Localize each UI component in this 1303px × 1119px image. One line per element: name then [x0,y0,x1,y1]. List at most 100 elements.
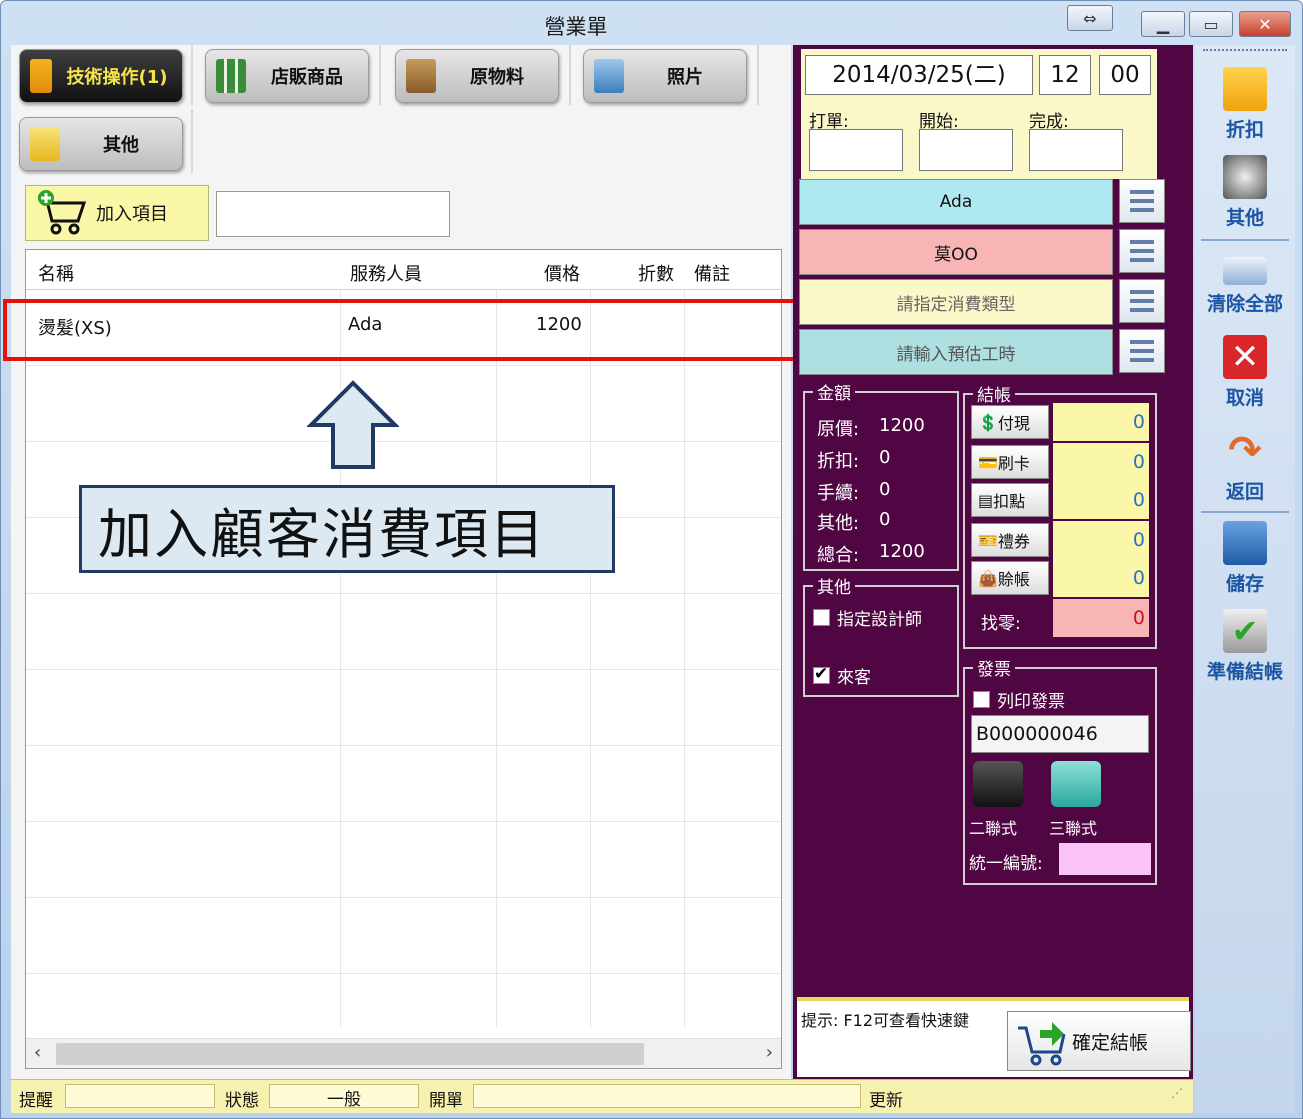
discount-button[interactable]: 折扣 [1195,67,1295,142]
arrow-up-icon [307,380,399,469]
voucher-amount[interactable]: 0 [1053,521,1149,559]
cart-arrow-icon [1018,1022,1066,1066]
raw-materials-icon [406,59,436,93]
app-window: 營業單 ⇔ ▁ ▭ ✕ 技術操作(1) 店販商品 原物料 照片 其他 加入項目 … [0,0,1303,1119]
maximize-button[interactable]: ▭ [1189,11,1233,37]
points-label: 扣點 [993,492,1026,511]
highlight-box [3,299,797,361]
voucher-button[interactable]: 🎫 禮券 [971,523,1049,557]
prepare-checkout-button[interactable]: ✔ 準備結帳 [1195,609,1295,684]
print-invoice-checkbox[interactable] [973,691,990,708]
category-tech-operation[interactable]: 技術操作(1) [19,49,183,103]
tax-id-input[interactable] [1059,843,1151,875]
category-photos[interactable]: 照片 [583,49,747,103]
assign-designer-checkbox[interactable] [813,609,830,626]
hour-field[interactable]: 12 [1039,55,1091,95]
estimated-hours-list-button[interactable] [1119,329,1165,373]
customer-selector[interactable]: 莫OO [799,229,1113,275]
cash-icon: 💲 [978,412,998,432]
category-label: 其他 [103,135,139,156]
column-header-note[interactable]: 備註 [694,260,730,286]
save-button[interactable]: 儲存 [1195,521,1295,596]
total-label: 總合: [817,545,860,566]
empty-row [26,822,781,898]
confirm-checkout-button[interactable]: 確定結帳 [1007,1011,1191,1071]
cash-button[interactable]: 💲 付現 [971,405,1049,439]
two-part-printer-icon[interactable] [973,761,1023,807]
consume-type-list-button[interactable] [1119,279,1165,323]
stylist-selector[interactable]: Ada [799,179,1113,225]
minimize-button[interactable]: ▁ [1141,11,1185,37]
cart-add-icon [38,190,87,235]
scroll-right-icon[interactable]: › [766,1042,773,1063]
checklist-icon: ✔ [1223,609,1267,653]
resize-grip-icon[interactable]: ⋰ [1171,1086,1183,1100]
done-time-input[interactable] [1029,129,1123,171]
discount-value: 0 [879,447,891,468]
item-search-input[interactable] [216,191,450,237]
estimated-hours-input[interactable]: 請輸入預估工時 [799,329,1113,375]
start-time-input[interactable] [919,129,1013,171]
remind-label: 提醒 [19,1091,53,1111]
consume-type-selector[interactable]: 請指定消費類型 [799,279,1113,325]
status-label: 狀態 [225,1091,259,1111]
return-arrow-icon: ↷ [1228,428,1262,474]
prepare-checkout-label: 準備結帳 [1206,661,1283,683]
invoice-group: 發票 列印發票 B000000046 二聯式 三聯式 統一編號: [963,655,1157,885]
swap-icon[interactable]: ⇔ [1067,5,1113,31]
column-header-discount[interactable]: 折數 [638,260,674,286]
fee-label: 手續: [817,483,860,504]
column-header-name[interactable]: 名稱 [38,260,74,286]
points-button[interactable]: ▤ 扣點 [971,483,1049,517]
floppy-disk-icon [1223,521,1267,565]
confirm-checkout-label: 確定結帳 [1072,1031,1149,1054]
add-item-button[interactable]: 加入項目 [25,185,209,241]
credit-amount[interactable]: 0 [1053,559,1149,597]
clear-all-label: 清除全部 [1206,293,1283,315]
card-button[interactable]: 💳 刷卡 [971,445,1049,479]
points-amount[interactable]: 0 [1053,481,1149,519]
scrollbar-thumb[interactable] [56,1043,644,1065]
item-grid: 名稱 服務人員 價格 折數 備註 燙髮(XS) Ada 1200 ‹ › [25,249,782,1069]
grid-header: 名稱 服務人員 價格 折數 備註 [26,250,781,290]
category-retail-products[interactable]: 店販商品 [205,49,369,103]
card-amount[interactable]: 0 [1053,443,1149,481]
three-part-label: 三聯式 [1049,819,1098,838]
amount-group-title: 金額 [813,379,855,404]
back-button[interactable]: ↷ 返回 [1195,429,1295,504]
clear-all-button[interactable]: 清除全部 [1195,257,1295,316]
minute-field[interactable]: 00 [1099,55,1151,95]
category-other[interactable]: 其他 [19,117,183,171]
empty-row [26,898,781,974]
close-button[interactable]: ✕ [1239,11,1291,37]
tax-id-label: 統一編號: [969,854,1043,874]
column-header-price[interactable]: 價格 [544,260,580,286]
other-button[interactable]: 其他 [1195,155,1295,230]
discount-label: 折扣 [1225,119,1264,141]
action-toolbar: 折扣 其他 清除全部 ✕ 取消 ↷ 返回 儲存 ✔ 準備結帳 [1195,45,1295,1113]
horizontal-scrollbar[interactable]: ‹ › [26,1038,781,1068]
amount-group: 金額 原價: 1200 折扣: 0 手續: 0 其他: 0 總合: 1200 [803,379,959,571]
print-time-input[interactable] [809,129,903,171]
invoice-number-field[interactable]: B000000046 [971,715,1149,753]
card-icon: 💳 [978,452,998,472]
tech-operation-icon [30,59,52,93]
stylist-list-button[interactable] [1119,179,1165,223]
hint-text: 提示: F12可查看快速鍵 [801,1011,970,1030]
empty-row [26,366,781,442]
title-bar: 營業單 ⇔ ▁ ▭ ✕ [1,1,1303,45]
assign-designer-label: 指定設計師 [837,610,922,630]
date-field[interactable]: 2014/03/25(二) [805,55,1033,95]
gear-icon [1223,155,1267,199]
customer-list-button[interactable] [1119,229,1165,273]
cash-amount[interactable]: 0 [1053,403,1149,441]
category-raw-materials[interactable]: 原物料 [395,49,559,103]
cancel-button[interactable]: ✕ 取消 [1195,335,1295,410]
scroll-left-icon[interactable]: ‹ [34,1042,41,1063]
credit-button[interactable]: 👜 賒帳 [971,561,1049,595]
other-amount-value: 0 [879,509,891,530]
walk-in-checkbox[interactable] [813,664,830,684]
column-header-staff[interactable]: 服務人員 [350,260,422,286]
three-part-printer-icon[interactable] [1051,761,1101,807]
retail-products-icon [216,59,246,93]
